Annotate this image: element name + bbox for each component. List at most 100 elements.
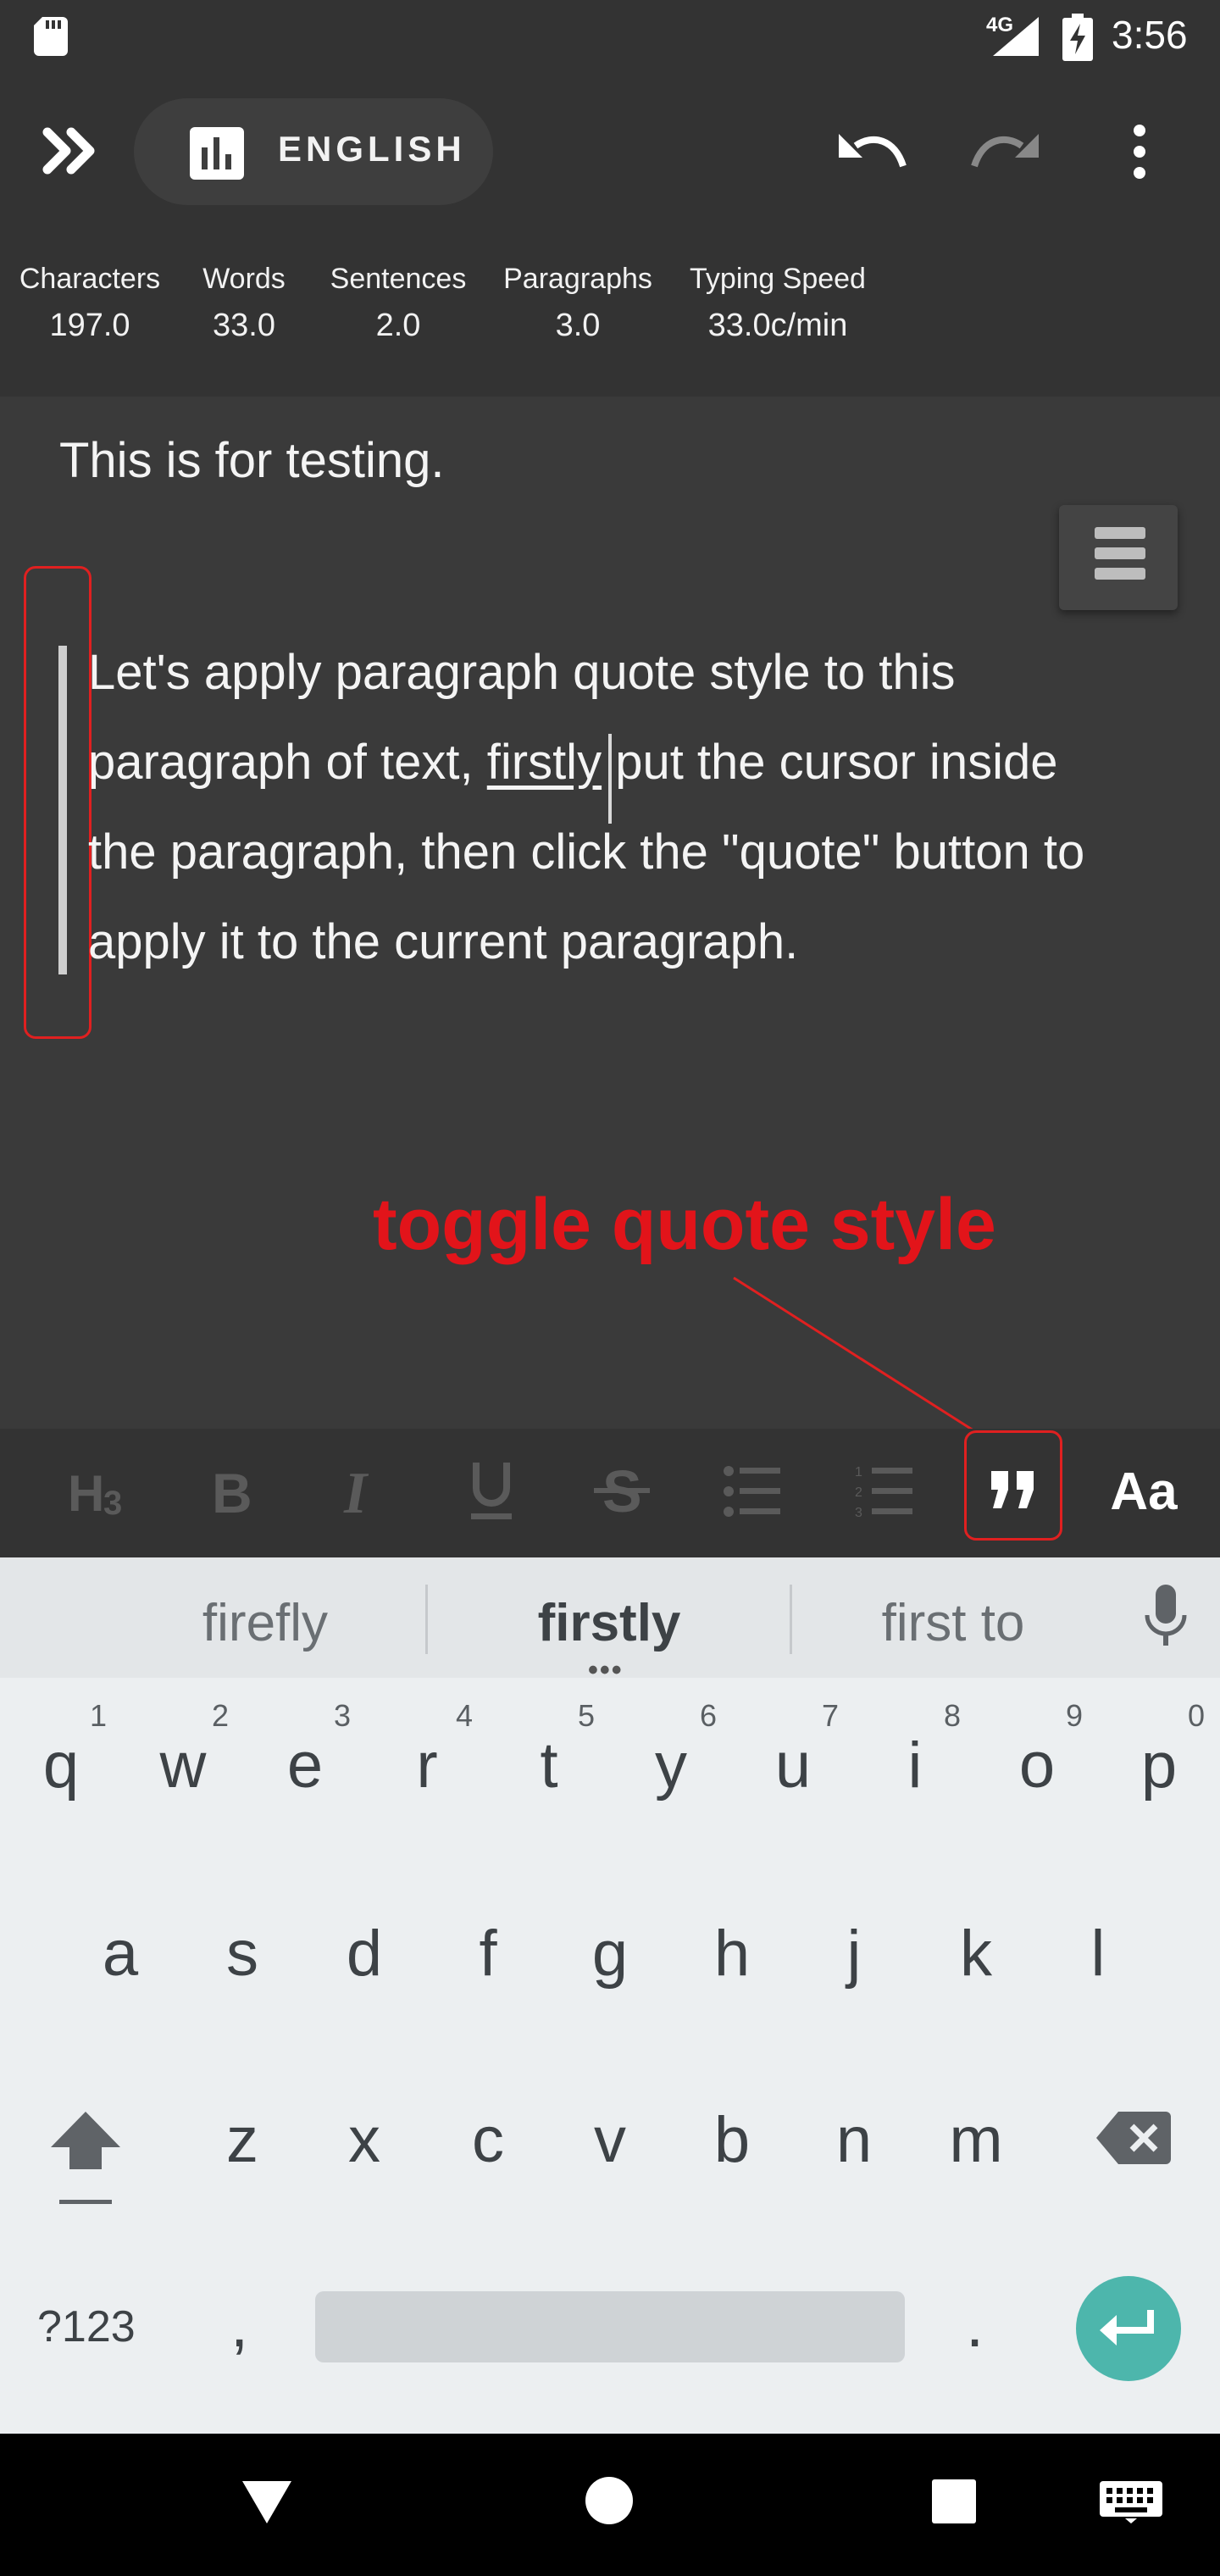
text-editor[interactable] <box>0 397 1220 1429</box>
stat-label: Characters <box>19 263 161 295</box>
key-s[interactable]: s <box>200 1917 285 1990</box>
key-e[interactable]: e <box>263 1729 347 1802</box>
shift-icon[interactable] <box>47 2108 124 2207</box>
language-label[interactable]: ENGLISH <box>278 129 466 169</box>
floating-menu-button[interactable] <box>1059 505 1178 610</box>
key-z[interactable]: z <box>200 2103 285 2177</box>
underline-icon[interactable] <box>451 1451 532 1532</box>
symbols-key[interactable]: ?123 <box>37 2301 136 2352</box>
strikethrough-icon[interactable]: S <box>581 1451 663 1532</box>
editor-paragraph[interactable]: This is for testing. <box>59 432 444 489</box>
microphone-icon[interactable] <box>1144 1585 1188 1652</box>
key-a[interactable]: a <box>78 1917 163 1990</box>
quote-bar-highlight <box>24 566 92 1039</box>
key-c[interactable]: c <box>446 2103 530 2177</box>
more-vert-icon[interactable] <box>1125 124 1154 180</box>
stat-words: Words 33.0 <box>193 263 295 344</box>
svg-text:1: 1 <box>855 1465 862 1480</box>
key-b[interactable]: b <box>690 2103 774 2177</box>
back-icon[interactable] <box>241 2479 293 2525</box>
stat-label: Typing Speed <box>690 263 866 295</box>
stat-sentences: Sentences 2.0 <box>315 263 481 344</box>
stat-value: 3.0 <box>555 308 601 343</box>
enter-key[interactable] <box>1076 2276 1181 2381</box>
stat-label: Paragraphs <box>503 263 652 295</box>
quote-text: put the cursor inside <box>602 735 1058 790</box>
heading-3-icon[interactable]: H3 <box>59 1451 141 1532</box>
bar-chart-icon <box>190 127 244 180</box>
key-n[interactable]: n <box>812 2103 896 2177</box>
bulleted-list-icon[interactable] <box>712 1451 793 1532</box>
svg-text:H: H <box>68 1465 104 1521</box>
stat-label: Words <box>202 263 286 295</box>
suggestion-item[interactable]: first to <box>813 1593 1093 1653</box>
key-o[interactable]: o <box>995 1729 1079 1802</box>
status-time: 3:56 <box>1112 13 1188 57</box>
suggestion-divider <box>790 1585 792 1654</box>
comma-key[interactable]: , <box>230 2288 248 2362</box>
more-suggestions-dots: ••• <box>588 1654 624 1686</box>
sd-card-icon <box>34 17 68 56</box>
expand-icon[interactable] <box>42 127 98 175</box>
italic-icon[interactable]: I <box>322 1451 403 1532</box>
key-i[interactable]: i <box>873 1729 957 1802</box>
space-bar[interactable] <box>315 2291 905 2362</box>
svg-text:2: 2 <box>855 1485 862 1500</box>
quote-line[interactable]: paragraph of text, firstly put the curso… <box>88 734 1057 791</box>
suggestion-item[interactable]: firstly <box>452 1593 766 1653</box>
quote-button-highlight <box>964 1430 1062 1541</box>
quote-line[interactable]: apply it to the current paragraph. <box>88 913 798 970</box>
backspace-icon[interactable] <box>1096 2112 1171 2164</box>
stat-characters: Characters 197.0 <box>10 263 169 344</box>
quote-line[interactable]: Let's apply paragraph quote style to thi… <box>88 644 956 701</box>
svg-text:3: 3 <box>855 1506 862 1518</box>
key-l[interactable]: l <box>1056 1917 1140 1990</box>
key-w[interactable]: w <box>141 1729 225 1802</box>
svg-text:I: I <box>343 1462 369 1521</box>
key-h[interactable]: h <box>690 1917 774 1990</box>
quote-bar <box>58 646 67 974</box>
composing-word: firstly <box>486 735 602 790</box>
stat-value: 33.0 <box>213 308 275 343</box>
key-t[interactable]: t <box>507 1729 591 1802</box>
key-q[interactable]: q <box>19 1729 103 1802</box>
key-d[interactable]: d <box>322 1917 407 1990</box>
redo-icon[interactable] <box>971 127 1040 176</box>
navigation-bar <box>0 2434 1220 2576</box>
numbered-list-icon[interactable]: 1 2 3 <box>844 1451 925 1532</box>
stat-typing-speed: Typing Speed 33.0c/min <box>676 263 879 344</box>
period-key[interactable]: . <box>966 2288 984 2362</box>
undo-icon[interactable] <box>837 127 907 176</box>
stat-value: 197.0 <box>49 308 130 343</box>
bold-icon[interactable]: B <box>191 1451 273 1532</box>
text-cursor <box>608 734 612 824</box>
key-r[interactable]: r <box>385 1729 469 1802</box>
home-icon[interactable] <box>585 2476 634 2525</box>
quote-line[interactable]: the paragraph, then click the "quote" bu… <box>88 824 1084 880</box>
recents-icon[interactable] <box>932 2479 976 2523</box>
key-j[interactable]: j <box>812 1917 896 1990</box>
key-f[interactable]: f <box>446 1917 530 1990</box>
suggestion-divider <box>425 1585 428 1654</box>
key-p[interactable]: p <box>1117 1729 1201 1802</box>
menu-icon <box>1095 527 1145 580</box>
quote-text: paragraph of text, <box>88 735 487 790</box>
key-u[interactable]: u <box>751 1729 835 1802</box>
text-style-button[interactable]: Aa <box>1103 1451 1184 1532</box>
annotation-label: toggle quote style <box>373 1184 996 1265</box>
key-g[interactable]: g <box>568 1917 652 1990</box>
stat-paragraphs: Paragraphs 3.0 <box>493 263 663 344</box>
enter-icon <box>1100 2310 1154 2346</box>
battery-charging-icon <box>1062 14 1093 61</box>
key-m[interactable]: m <box>934 2103 1018 2177</box>
svg-text:3: 3 <box>103 1485 122 1521</box>
suggestion-item[interactable]: firefly <box>110 1593 420 1653</box>
stat-value: 2.0 <box>375 308 421 343</box>
key-y[interactable]: y <box>629 1729 713 1802</box>
text-style-icon: Aa <box>1110 1462 1178 1521</box>
keyboard-switch-icon[interactable] <box>1100 2481 1162 2523</box>
key-k[interactable]: k <box>934 1917 1018 1990</box>
key-v[interactable]: v <box>568 2103 652 2177</box>
key-x[interactable]: x <box>322 2103 407 2177</box>
stat-value: 33.0c/min <box>707 308 848 343</box>
